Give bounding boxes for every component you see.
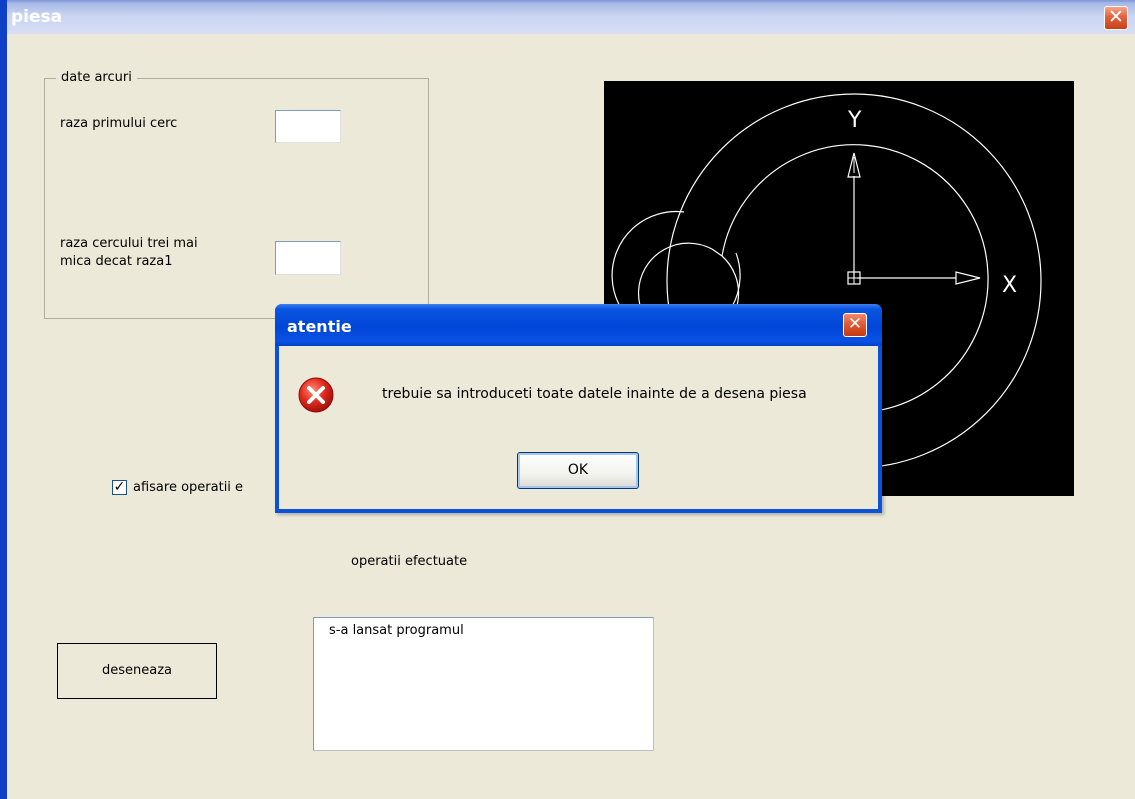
afisare-checkbox[interactable]: ✓ — [112, 480, 127, 495]
joint-line — [711, 248, 723, 257]
dialog-title: atentie — [287, 317, 352, 336]
deseneaza-button[interactable]: deseneaza — [57, 643, 217, 699]
window-border — [0, 0, 7, 799]
list-item[interactable]: s-a lansat programul — [329, 623, 464, 638]
operations-listbox[interactable]: s-a lansat programul — [313, 617, 654, 751]
main-window: piesa ✕ date arcuri raza primului cerc r… — [0, 0, 1135, 799]
dialog-body: trebuie sa introduceti toate datele inai… — [279, 346, 878, 509]
raza3-label-line1: raza cercului trei mai — [60, 236, 198, 251]
raza3-input[interactable] — [275, 241, 341, 275]
raza1-label: raza primului cerc — [60, 116, 178, 131]
y-axis-label: Y — [847, 108, 862, 133]
group-legend: date arcuri — [56, 70, 137, 85]
x-axis-arrow — [955, 271, 981, 285]
operations-label: operatii efectuate — [351, 554, 468, 569]
error-dialog: atentie ✕ trebuie sa introduceti toate d… — [275, 304, 882, 513]
raza3-label-line2: mica decat raza1 — [60, 254, 173, 269]
main-titlebar[interactable]: piesa — [7, 0, 1135, 34]
ok-button[interactable]: OK — [517, 452, 639, 489]
afisare-checkbox-label: afisare operatii e — [133, 480, 244, 495]
x-axis-label: X — [1002, 273, 1017, 298]
dialog-close-icon[interactable]: ✕ — [843, 313, 867, 337]
dialog-titlebar[interactable]: atentie ✕ — [275, 304, 882, 346]
dialog-message: trebuie sa introduceti toate datele inai… — [382, 386, 807, 402]
window-title: piesa — [11, 7, 63, 27]
raza1-input[interactable] — [275, 110, 341, 143]
error-icon — [298, 377, 334, 413]
close-icon[interactable]: ✕ — [1104, 6, 1128, 30]
